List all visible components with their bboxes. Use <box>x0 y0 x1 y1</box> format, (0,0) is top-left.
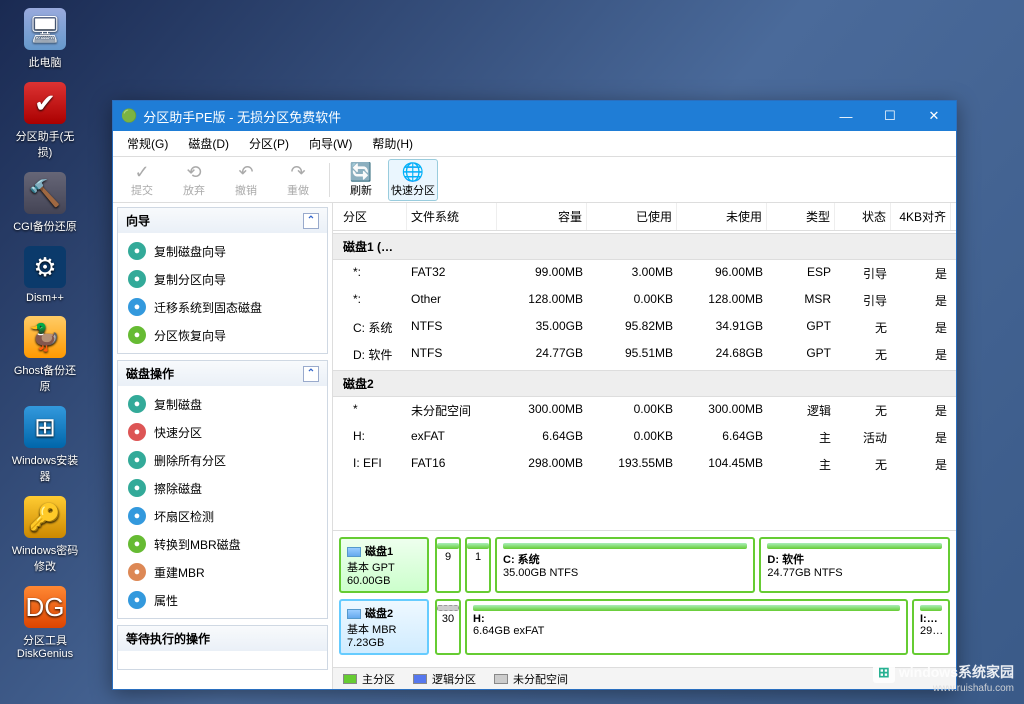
toolbar: ✓提交⟲放弃↶撤销↷重做 🔄刷新🌐快速分区 <box>113 157 956 203</box>
sidebar-item[interactable]: ●复制磁盘 <box>122 390 323 418</box>
toolbar-button: ↷重做 <box>273 160 323 200</box>
partition-row[interactable]: H:exFAT6.64GB0.00KB6.64GB主活动是 <box>333 424 956 451</box>
desktop-icon[interactable]: ⊞Windows安装器 <box>10 406 80 484</box>
titlebar[interactable]: 🟢 分区助手PE版 - 无损分区免费软件 — ☐ ✕ <box>113 101 956 131</box>
partition-row[interactable]: *:Other128.00MB0.00KB128.00MBMSR引导是 <box>333 287 956 314</box>
sidebar-item[interactable]: ●快速分区 <box>122 418 323 446</box>
pending-panel: 等待执行的操作 <box>117 625 328 670</box>
sidebar-item[interactable]: ●擦除磁盘 <box>122 474 323 502</box>
window-title: 分区助手PE版 - 无损分区免费软件 <box>143 107 341 126</box>
sidebar-item[interactable]: ●坏扇区检测 <box>122 502 323 530</box>
sidebar-item[interactable]: ●复制分区向导 <box>122 265 323 293</box>
disk-group-header[interactable]: 磁盘1 (… <box>333 233 956 260</box>
sidebar-item[interactable]: ●属性 <box>122 586 323 614</box>
toolbar-button: ⟲放弃 <box>169 160 219 200</box>
partition-assistant-window: 🟢 分区助手PE版 - 无损分区免费软件 — ☐ ✕ 常规(G)磁盘(D)分区(… <box>112 100 957 690</box>
partition-row[interactable]: I: EFIFAT16298.00MB193.55MB104.45MB主无是 <box>333 451 956 478</box>
column-header[interactable]: 状态 <box>835 203 891 230</box>
sidebar-item[interactable]: ●复制磁盘向导 <box>122 237 323 265</box>
desktop-icon[interactable]: ✔分区助手(无损) <box>10 82 80 160</box>
disk-map-1: 磁盘1基本 GPT60.00GB 9 1 C: 系统35.00GB NTFS D… <box>339 537 950 593</box>
maximize-button[interactable]: ☐ <box>868 101 912 131</box>
column-header[interactable]: 4KB对齐 <box>891 203 951 230</box>
sidebar: 向导⌃ ●复制磁盘向导●复制分区向导●迁移系统到固态磁盘●分区恢复向导 磁盘操作… <box>113 203 333 689</box>
menu-item[interactable]: 向导(W) <box>301 132 360 155</box>
disk-group-header[interactable]: 磁盘2 <box>333 370 956 397</box>
partition-row[interactable]: D: 软件NTFS24.77GB95.51MB24.68GBGPT无是 <box>333 341 956 368</box>
sidebar-item[interactable]: ●转换到MBR磁盘 <box>122 530 323 558</box>
desktop-icon[interactable]: 🖥此电脑 <box>10 8 80 70</box>
partition-row[interactable]: *未分配空间300.00MB0.00KB300.00MB逻辑无是 <box>333 397 956 424</box>
close-button[interactable]: ✕ <box>912 101 956 131</box>
collapse-icon[interactable]: ⌃ <box>303 366 319 382</box>
desktop-icon[interactable]: 🔨CGI备份还原 <box>10 172 80 234</box>
menu-item[interactable]: 常规(G) <box>119 132 176 155</box>
partition-row[interactable]: C: 系统NTFS35.00GB95.82MB34.91GBGPT无是 <box>333 314 956 341</box>
sidebar-item[interactable]: ●删除所有分区 <box>122 446 323 474</box>
toolbar-button[interactable]: 🔄刷新 <box>336 160 386 200</box>
column-header[interactable]: 容量 <box>497 203 587 230</box>
main-area: 分区文件系统容量已使用未使用类型状态4KB对齐 磁盘1 (…*:FAT3299.… <box>333 203 956 689</box>
table-header: 分区文件系统容量已使用未使用类型状态4KB对齐 <box>333 203 956 231</box>
desktop-icon[interactable]: ⚙Dism++ <box>10 246 80 304</box>
disk-maps: 磁盘1基本 GPT60.00GB 9 1 C: 系统35.00GB NTFS D… <box>333 530 956 667</box>
legend: 主分区 逻辑分区 未分配空间 <box>333 667 956 689</box>
sidebar-item[interactable]: ●分区恢复向导 <box>122 321 323 349</box>
partition-table: 磁盘1 (…*:FAT3299.00MB3.00MB96.00MBESP引导是*… <box>333 231 956 530</box>
column-header[interactable]: 类型 <box>767 203 835 230</box>
watermark: ⊞windows系统家园 www.ruishafu.com <box>873 661 1014 694</box>
column-header[interactable]: 文件系统 <box>407 203 497 230</box>
menubar: 常规(G)磁盘(D)分区(P)向导(W)帮助(H) <box>113 131 956 157</box>
toolbar-button[interactable]: 🌐快速分区 <box>388 159 438 201</box>
minimize-button[interactable]: — <box>824 101 868 131</box>
desktop-icon[interactable]: 🦆Ghost备份还原 <box>10 316 80 394</box>
column-header[interactable]: 分区 <box>333 203 407 230</box>
disk-map-2: 磁盘2基本 MBR7.23GB 30 H:6.64GB exFAT I:…29… <box>339 599 950 655</box>
wizard-panel: 向导⌃ ●复制磁盘向导●复制分区向导●迁移系统到固态磁盘●分区恢复向导 <box>117 207 328 354</box>
toolbar-button: ↶撤销 <box>221 160 271 200</box>
menu-item[interactable]: 帮助(H) <box>364 132 421 155</box>
sidebar-item[interactable]: ●重建MBR <box>122 558 323 586</box>
desktop-icon[interactable]: 🔑Windows密码修改 <box>10 496 80 574</box>
menu-item[interactable]: 磁盘(D) <box>180 132 237 155</box>
menu-item[interactable]: 分区(P) <box>241 132 297 155</box>
diskops-panel: 磁盘操作⌃ ●复制磁盘●快速分区●删除所有分区●擦除磁盘●坏扇区检测●转换到MB… <box>117 360 328 619</box>
collapse-icon[interactable]: ⌃ <box>303 213 319 229</box>
desktop-icon[interactable]: DG分区工具DiskGenius <box>10 586 80 660</box>
column-header[interactable]: 已使用 <box>587 203 677 230</box>
partition-row[interactable]: *:FAT3299.00MB3.00MB96.00MBESP引导是 <box>333 260 956 287</box>
toolbar-button: ✓提交 <box>117 160 167 200</box>
column-header[interactable]: 未使用 <box>677 203 767 230</box>
sidebar-item[interactable]: ●迁移系统到固态磁盘 <box>122 293 323 321</box>
